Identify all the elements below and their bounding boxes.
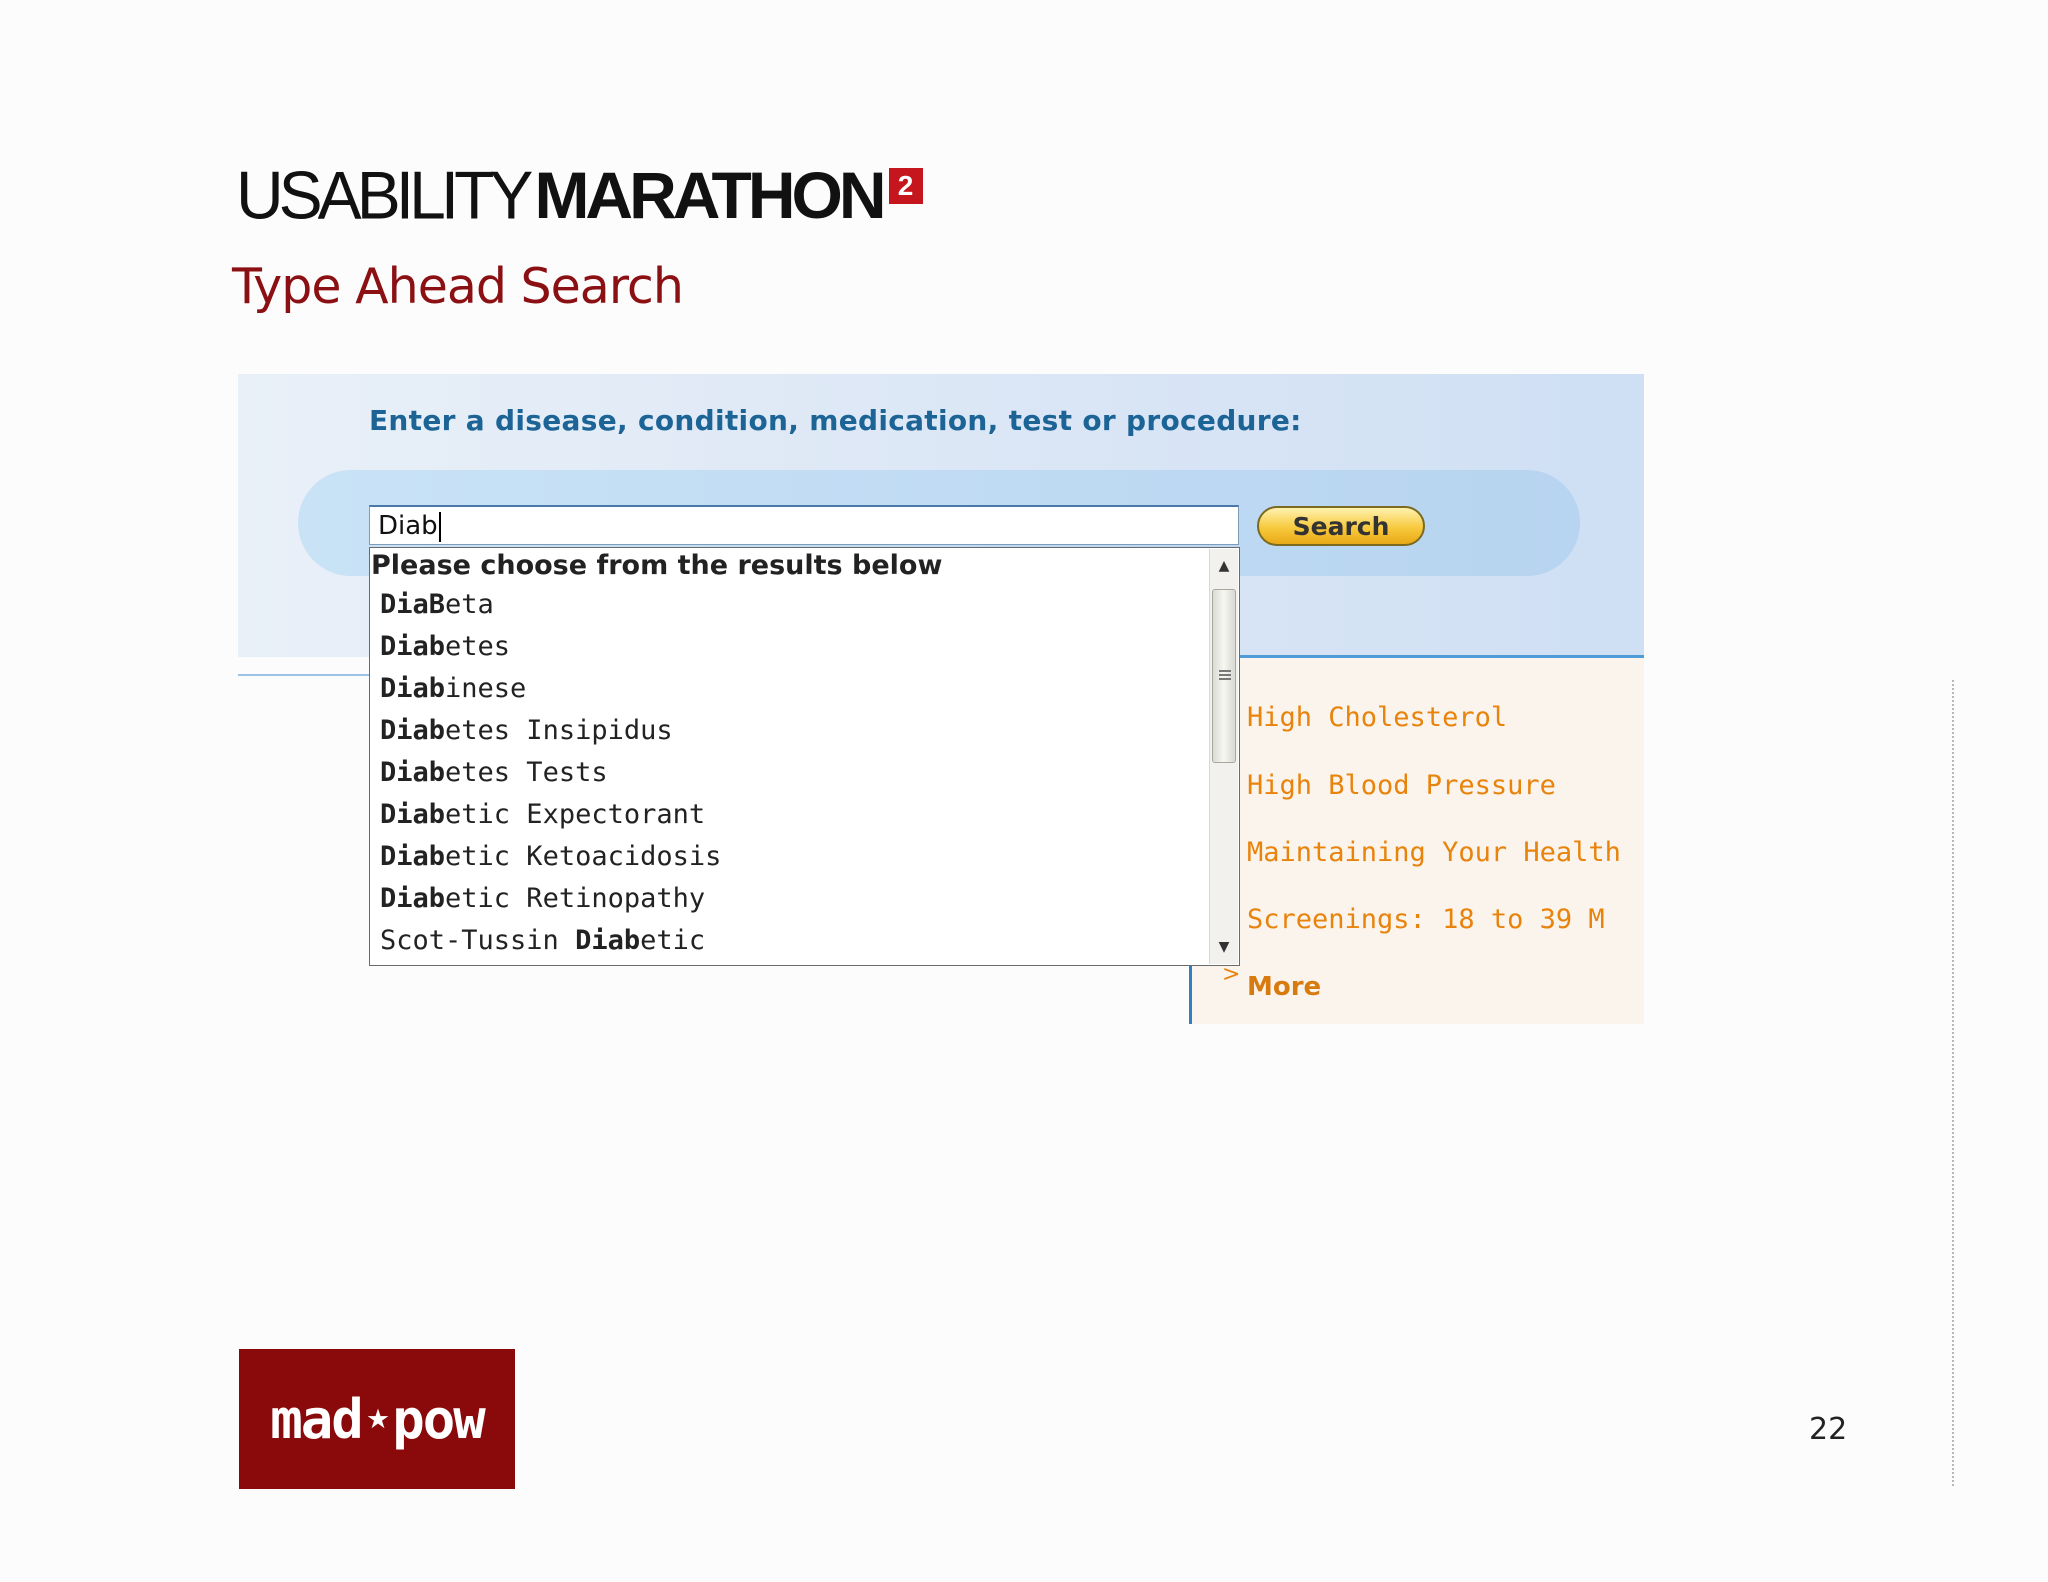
suggestion-rest: etic Ketoacidosis: [445, 841, 722, 872]
match-text: Diab: [380, 673, 446, 704]
suggestion-prefix: Scot-Tussin: [380, 925, 576, 956]
logo-text-light: USABILITY: [236, 157, 533, 233]
search-button[interactable]: Search: [1257, 506, 1425, 546]
usability-marathon-logo: USABILITY MARATHON 2: [236, 157, 923, 233]
search-input-value: Diab: [378, 511, 438, 541]
suggestion-rest: etic Expectorant: [445, 799, 706, 830]
suggestion-rest: etic: [640, 925, 706, 956]
link-screenings[interactable]: Screenings: 18 to 39 M: [1247, 904, 1605, 935]
suggestion-item[interactable]: Diabinese: [380, 668, 1200, 710]
link-high-cholesterol[interactable]: High Cholesterol: [1247, 702, 1507, 733]
match-text: Diab: [380, 757, 446, 788]
suggestion-item[interactable]: Diabetes Tests: [380, 752, 1200, 794]
logo-superscript: 2: [888, 168, 923, 204]
madpow-logo: mad⋆pow: [239, 1349, 515, 1489]
suggestion-item[interactable]: Diabetic Ketoacidosis: [380, 836, 1200, 878]
suggestion-item[interactable]: Diabetes Insipidus: [380, 710, 1200, 752]
search-prompt: Enter a disease, condition, medication, …: [369, 404, 1302, 437]
search-button-label: Search: [1292, 511, 1390, 541]
scroll-down-arrow-icon[interactable]: ▼: [1210, 930, 1238, 964]
match-text: DiaB: [380, 589, 446, 620]
logo-text-bold: MARATHON: [534, 158, 886, 232]
page-number: 22: [1809, 1412, 1848, 1447]
more-link[interactable]: More: [1247, 972, 1321, 1002]
match-text: Diab: [380, 715, 446, 746]
typeahead-dropdown[interactable]: Please choose from the results below Dia…: [369, 547, 1240, 966]
slide-title: Type Ahead Search: [232, 258, 684, 315]
search-input[interactable]: Diab: [369, 505, 1239, 545]
suggestion-rest: inese: [445, 673, 527, 704]
dotted-divider: [1952, 680, 1954, 1486]
link-high-blood-pressure[interactable]: High Blood Pressure: [1247, 770, 1556, 801]
suggestion-item[interactable]: Diabetic Retinopathy: [380, 878, 1200, 920]
dropdown-scrollbar[interactable]: ▲ ▼: [1209, 549, 1238, 964]
suggestion-item[interactable]: Diabetic Expectorant: [380, 794, 1200, 836]
suggestion-rest: etes Tests: [445, 757, 608, 788]
scrollbar-thumb[interactable]: [1212, 589, 1236, 763]
divider-line: [238, 674, 372, 676]
scroll-up-arrow-icon[interactable]: ▲: [1210, 549, 1238, 583]
suggestion-rest: eta: [445, 589, 494, 620]
suggestion-rest: etes: [445, 631, 511, 662]
match-text: Diab: [380, 883, 446, 914]
grip-icon: [1219, 670, 1231, 682]
match-text: Diab: [575, 925, 641, 956]
suggestion-item[interactable]: DiaBeta: [380, 584, 1200, 626]
dropdown-header: Please choose from the results below: [371, 550, 943, 581]
match-text: Diab: [380, 799, 446, 830]
suggestion-rest: etic Retinopathy: [445, 883, 706, 914]
match-text: Diab: [380, 631, 446, 662]
panel-border: [1189, 960, 1192, 1024]
madpow-logo-text: mad⋆pow: [270, 1387, 486, 1451]
suggestion-rest: etes Insipidus: [445, 715, 673, 746]
match-text: Diab: [380, 841, 446, 872]
text-caret: [438, 511, 441, 542]
link-maintaining-your-health[interactable]: Maintaining Your Health: [1247, 837, 1621, 868]
suggestion-list: DiaBeta Diabetes Diabinese Diabetes Insi…: [380, 584, 1200, 962]
suggestion-item[interactable]: Diabetes: [380, 626, 1200, 668]
suggestion-item[interactable]: Scot-Tussin Diabetic: [380, 920, 1200, 962]
